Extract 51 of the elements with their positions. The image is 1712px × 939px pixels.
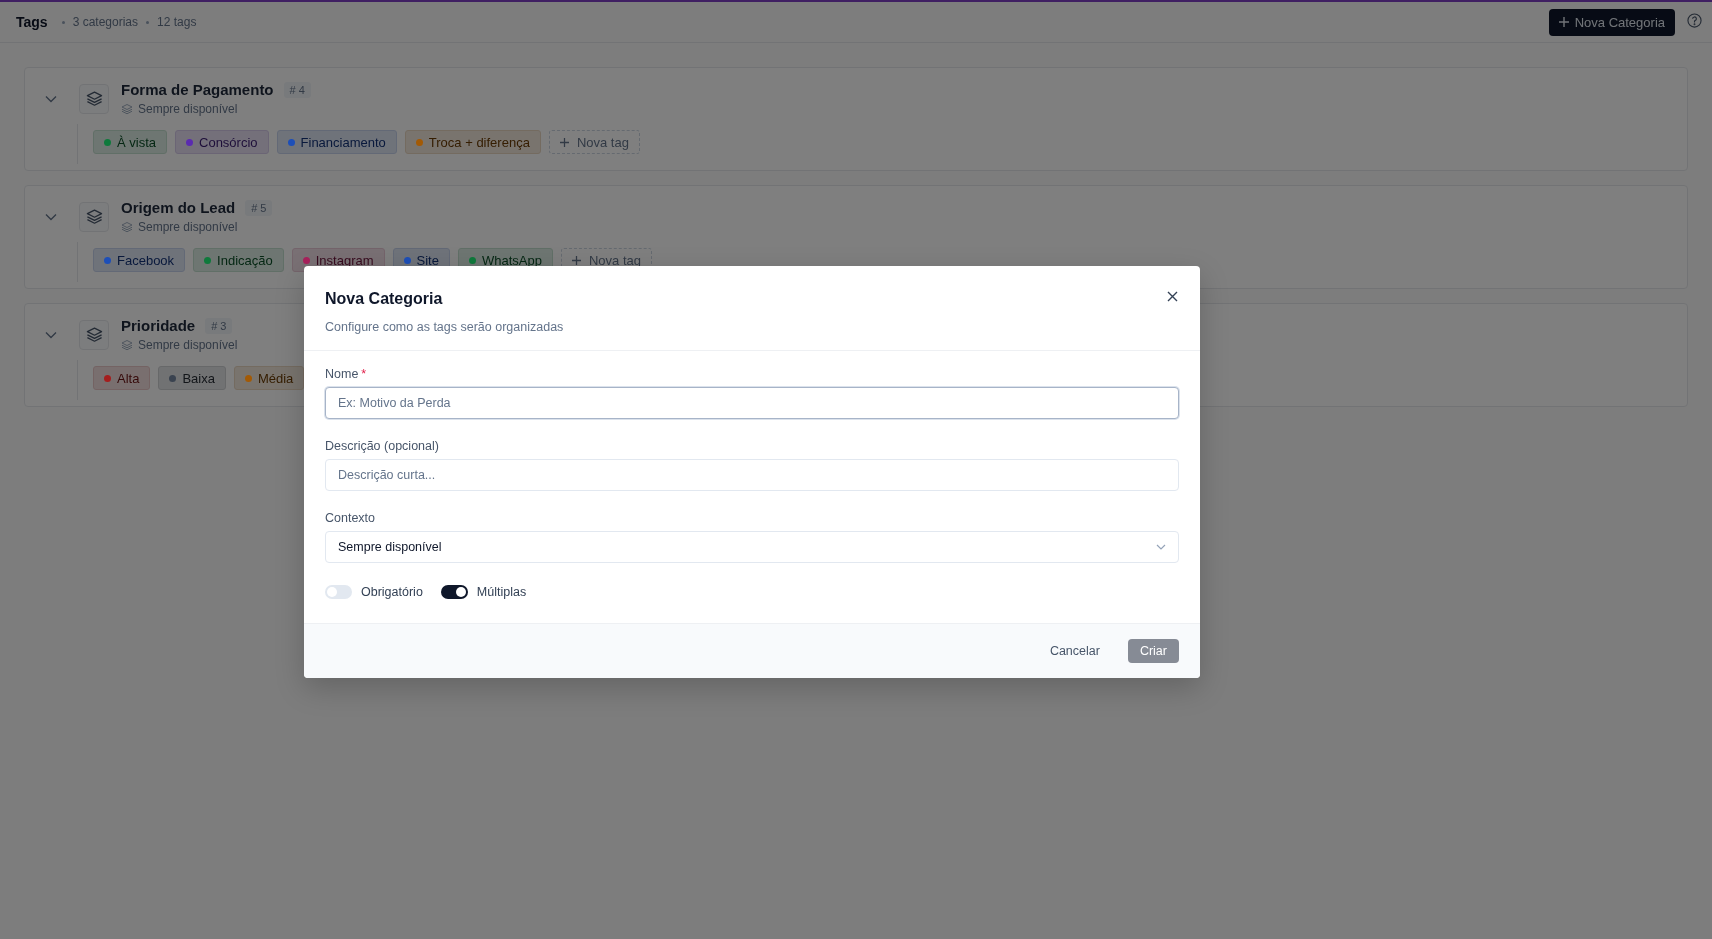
chevron-down-icon[interactable]	[45, 212, 57, 221]
toggle-switch[interactable]	[440, 585, 468, 599]
stat-text: 12 tags	[157, 15, 197, 29]
chevron-down-icon	[1156, 544, 1166, 550]
category-name: Forma de Pagamento	[121, 81, 274, 98]
tag-chip[interactable]: Troca + diferença	[404, 130, 541, 154]
plus-icon	[1558, 17, 1569, 27]
layers-icon	[85, 208, 103, 225]
page-title: Tags	[16, 14, 48, 30]
close-icon[interactable]	[1167, 291, 1178, 302]
select-field[interactable]: Sempre disponível	[325, 531, 1179, 563]
help-icon[interactable]	[1687, 12, 1702, 28]
plus-icon	[571, 255, 581, 265]
required-mark: *	[361, 367, 367, 381]
context-text: Sempre disponível	[138, 102, 238, 116]
new-tag-button[interactable]: Nova tag	[548, 130, 640, 154]
field-label: Nome	[325, 367, 359, 381]
count-badge: # 4	[283, 81, 311, 98]
category-name: Origem do Lead	[121, 199, 236, 216]
dialog-title: Nova Categoria	[325, 290, 443, 308]
layers-icon	[121, 103, 133, 115]
count-badge: # 3	[205, 317, 233, 334]
chevron-down-icon[interactable]	[45, 330, 57, 339]
tag-chip[interactable]: Consórcio	[175, 130, 269, 154]
field-label: Contexto	[325, 511, 376, 525]
toggle-switch[interactable]	[325, 585, 352, 599]
context-text: Sempre disponível	[138, 338, 238, 352]
field-label: Descrição (opcional)	[325, 439, 439, 453]
cancel-button[interactable]: Cancelar	[1037, 639, 1112, 663]
count-badge: # 5	[245, 199, 273, 216]
tag-chip[interactable]: Média	[233, 366, 305, 390]
tag-chip[interactable]: À vista	[93, 130, 167, 154]
input-field[interactable]: Ex: Motivo da Perda	[325, 387, 1179, 419]
plus-icon	[559, 137, 569, 147]
category-name: Prioridade	[121, 317, 196, 334]
stat-text: 3 categorias	[72, 15, 138, 29]
tag-chip[interactable]: Alta	[93, 366, 151, 390]
layers-icon	[121, 221, 133, 233]
layers-icon	[121, 339, 133, 351]
toggle-label: Obrigatório	[361, 585, 423, 599]
new-category-button[interactable]: Nova Categoria	[1548, 8, 1675, 36]
context-text: Sempre disponível	[138, 220, 238, 234]
layers-icon	[85, 326, 103, 343]
toggle-label: Múltiplas	[476, 585, 527, 599]
tag-chip[interactable]: Baixa	[158, 366, 226, 390]
chevron-down-icon[interactable]	[45, 94, 57, 103]
tag-chip[interactable]: Indicação	[193, 248, 284, 272]
layers-icon	[85, 90, 103, 107]
tag-chip[interactable]: Facebook	[93, 248, 186, 272]
dialog-subtitle: Configure como as tags serão organizadas	[325, 320, 565, 334]
tag-chip[interactable]: Financiamento	[276, 130, 397, 154]
